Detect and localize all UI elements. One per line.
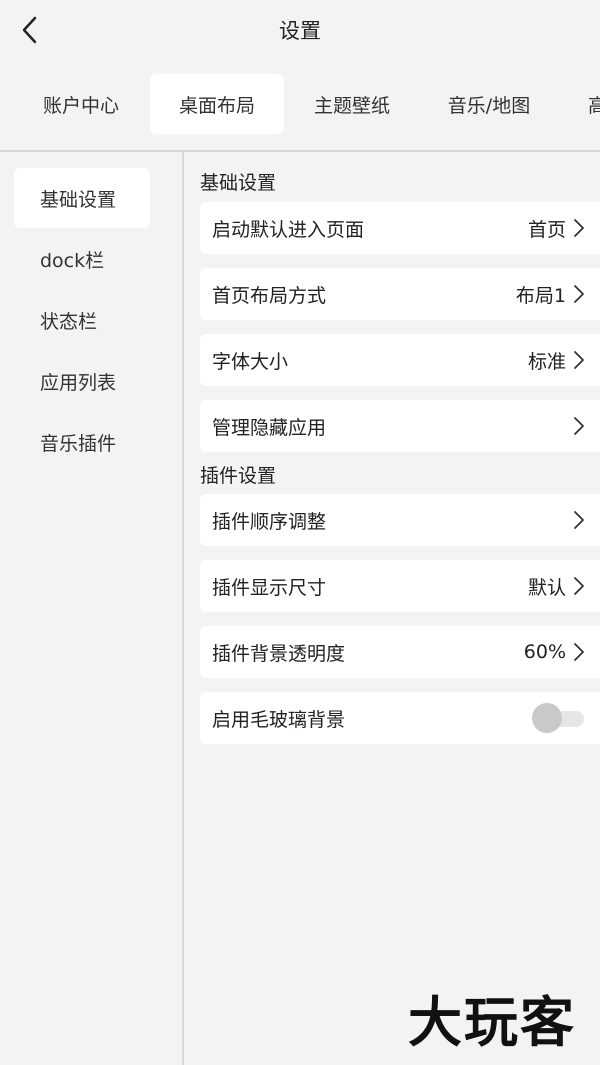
setting-label: 启用毛玻璃背景 [212,708,346,731]
setting-row-widget-order[interactable]: 插件顺序调整 [200,494,600,546]
sidebar-divider [182,152,184,1065]
header-divider [0,150,600,152]
sidebar-item-music-widget[interactable]: 音乐插件 [14,412,150,472]
setting-value: 60% [523,641,566,663]
sidebar-item-app-list[interactable]: 应用列表 [14,351,150,411]
tab-advanced-partial[interactable]: 高 [580,74,600,134]
chevron-right-icon [572,349,586,371]
watermark-logo: 大玩客 [408,991,576,1054]
tab-desktop-layout[interactable]: 桌面布局 [150,74,284,134]
setting-row-widget-opacity[interactable]: 插件背景透明度 60% [200,626,600,678]
setting-label: 插件显示尺寸 [212,576,327,599]
setting-value: 标准 [527,350,566,373]
chevron-left-icon [22,16,37,44]
setting-label: 插件背景透明度 [212,642,346,665]
setting-label: 管理隐藏应用 [212,416,327,439]
frosted-glass-toggle[interactable] [532,703,584,733]
setting-row-hidden-apps[interactable]: 管理隐藏应用 [200,400,600,452]
tab-theme-wallpaper[interactable]: 主题壁纸 [286,74,418,134]
setting-label: 字体大小 [212,350,289,373]
section-title-basic: 基础设置 [200,172,277,194]
back-button[interactable] [14,14,46,46]
setting-row-frosted-glass: 启用毛玻璃背景 [200,692,600,744]
tab-music-map[interactable]: 音乐/地图 [420,74,558,134]
toggle-knob [532,703,562,733]
setting-value: 布局1 [515,284,566,307]
setting-label: 首页布局方式 [212,284,327,307]
sidebar-item-status-bar[interactable]: 状态栏 [14,290,150,350]
setting-value: 首页 [527,218,566,241]
setting-label: 启动默认进入页面 [212,218,365,241]
page-title: 设置 [279,19,321,43]
chevron-right-icon [572,283,586,305]
setting-row-font-size[interactable]: 字体大小 标准 [200,334,600,386]
setting-row-home-layout[interactable]: 首页布局方式 布局1 [200,268,600,320]
tab-account-center[interactable]: 账户中心 [14,74,148,134]
setting-label: 插件顺序调整 [212,510,327,533]
setting-row-startup-page[interactable]: 启动默认进入页面 首页 [200,202,600,254]
chevron-right-icon [572,641,586,663]
header: 设置 [0,0,600,60]
section-title-widgets: 插件设置 [200,465,277,487]
setting-row-widget-size[interactable]: 插件显示尺寸 默认 [200,560,600,612]
chevron-right-icon [572,575,586,597]
chevron-right-icon [572,217,586,239]
sidebar-item-basic-settings[interactable]: 基础设置 [14,168,150,228]
chevron-right-icon [572,415,586,437]
chevron-right-icon [572,509,586,531]
setting-value: 默认 [527,576,566,599]
sidebar-item-dock[interactable]: dock栏 [14,229,150,289]
top-tab-bar: 账户中心 桌面布局 主题壁纸 音乐/地图 高 [0,70,600,136]
